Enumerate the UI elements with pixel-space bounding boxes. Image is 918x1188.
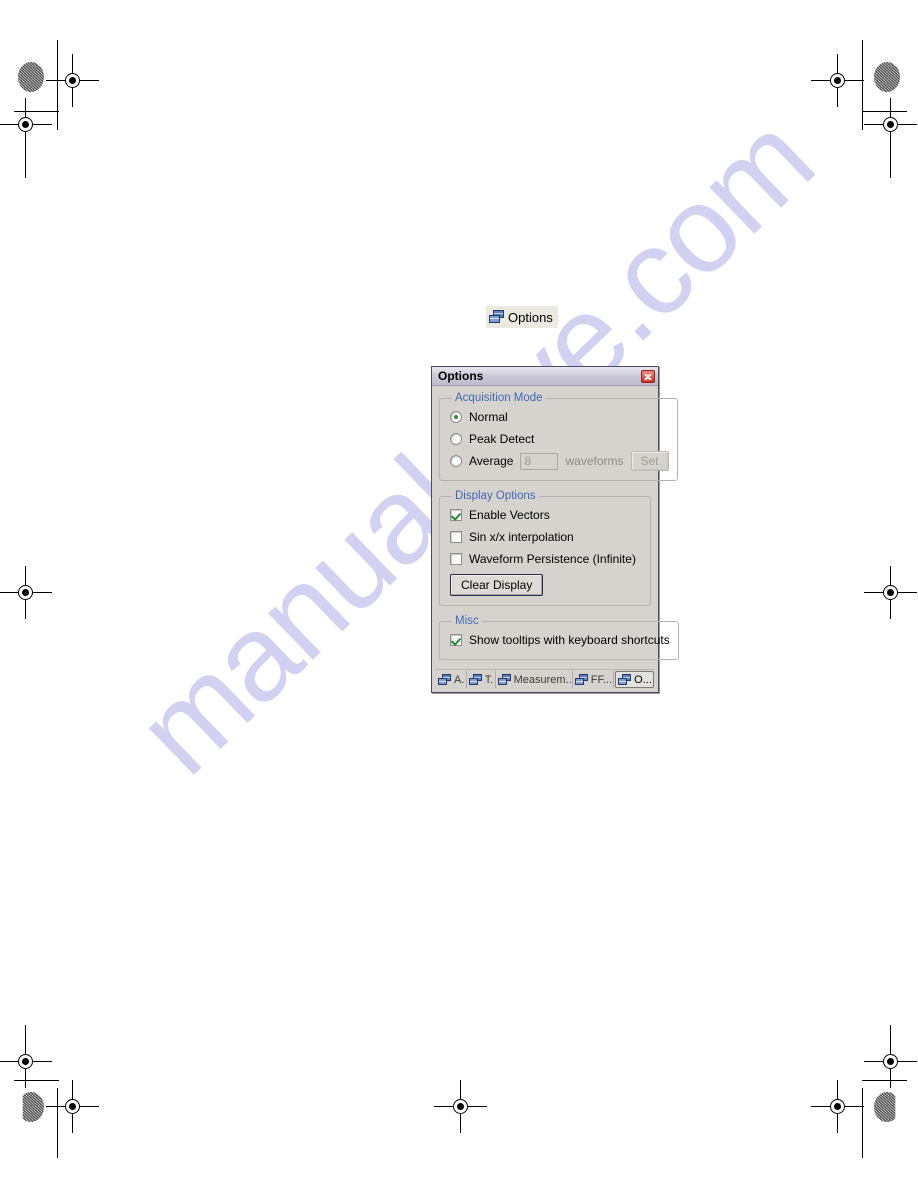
taskbar-item-options-label: O...: [634, 673, 652, 686]
density-blob-bottom-left: [22, 1092, 44, 1122]
taskbar-item-a[interactable]: A.: [436, 671, 467, 688]
checkbox-row-show-tooltips[interactable]: Show tooltips with keyboard shortcuts: [450, 629, 670, 651]
taskbar-item-measurements[interactable]: Measurem..: [496, 671, 573, 688]
taskbar-item-fft-label: FF...: [590, 673, 613, 686]
radio-average[interactable]: [450, 455, 462, 467]
clear-display-button[interactable]: Clear Display: [450, 574, 544, 596]
radio-peak-detect-label: Peak Detect: [469, 432, 535, 446]
checkbox-enable-vectors[interactable]: [450, 509, 462, 521]
radio-peak-detect[interactable]: [450, 433, 462, 445]
taskbar-item-a-label: A.: [454, 673, 465, 686]
dialog-body: Acquisition Mode Normal Peak Detect Aver…: [432, 386, 679, 660]
taskbar-item-t-label: T.: [484, 673, 494, 686]
display-options-group: Display Options Enable Vectors Sin x/x i…: [439, 490, 651, 606]
acquisition-mode-group: Acquisition Mode Normal Peak Detect Aver…: [439, 392, 678, 481]
cascade-windows-icon: [489, 310, 505, 324]
cascade-windows-icon: [468, 673, 483, 686]
cascade-windows-icon: [618, 673, 632, 686]
checkbox-row-enable-vectors[interactable]: Enable Vectors: [450, 504, 642, 526]
registration-target-left-upper: [0, 98, 52, 151]
average-units-label: waveforms: [565, 454, 624, 468]
crop-line-bottom-right-vertical: [862, 1088, 863, 1158]
checkbox-show-tooltips[interactable]: [450, 634, 462, 646]
checkbox-sin-interpolation[interactable]: [450, 531, 462, 543]
crop-line-right-lower-horizontal: [862, 1080, 907, 1081]
options-button-label: Options: [508, 309, 553, 325]
crop-line-right-upper-horizontal: [862, 111, 907, 112]
options-dialog: Options Acquisition Mode Normal Peak Det…: [431, 366, 679, 693]
acquisition-mode-legend: Acquisition Mode: [455, 392, 543, 404]
radio-normal[interactable]: [450, 411, 462, 423]
cascade-windows-icon: [574, 673, 589, 686]
radio-row-average[interactable]: Average waveforms Set: [450, 450, 669, 472]
registration-target-right-middle: [864, 566, 917, 619]
registration-target-bottom-left: [46, 1080, 99, 1133]
dialog-title: Options: [438, 369, 484, 383]
cascade-windows-icon: [438, 673, 452, 686]
taskbar-item-measurements-label: Measurem..: [513, 673, 572, 686]
registration-target-right-upper: [864, 98, 917, 151]
crop-line-bottom-left-vertical: [57, 1088, 58, 1158]
registration-target-left-middle: [0, 566, 52, 619]
density-blob-top-right: [874, 62, 900, 92]
crop-line-top-right-vertical: [862, 40, 863, 130]
clear-display-row: Clear Display: [450, 573, 642, 597]
radio-row-peak-detect[interactable]: Peak Detect: [450, 428, 669, 450]
crop-line-top-left-vertical: [57, 40, 58, 130]
dialog-taskbar: A. T. Measurem.. FF... O...: [435, 669, 655, 689]
misc-group: Misc Show tooltips with keyboard shortcu…: [439, 615, 679, 660]
cascade-windows-icon: [497, 673, 512, 686]
registration-target-bottom-right: [811, 1080, 864, 1133]
density-blob-top-left: [18, 62, 44, 92]
radio-average-label: Average: [469, 454, 514, 468]
misc-legend: Misc: [455, 615, 479, 627]
options-toolbar-button[interactable]: Options: [486, 306, 558, 328]
registration-target-top-left: [46, 54, 99, 107]
taskbar-item-fft[interactable]: FF...: [573, 671, 615, 688]
checkbox-waveform-persistence[interactable]: [450, 553, 462, 565]
crop-line-left-lower-horizontal: [14, 1080, 59, 1081]
taskbar-item-options[interactable]: O...: [615, 671, 654, 688]
registration-target-bottom-center: [434, 1080, 487, 1133]
density-blob-bottom-right: [874, 1092, 896, 1122]
dialog-title-bar[interactable]: Options: [432, 367, 658, 386]
crop-line-left-upper-horizontal: [14, 111, 59, 112]
checkbox-row-waveform-persistence[interactable]: Waveform Persistence (Infinite): [450, 548, 642, 570]
checkbox-show-tooltips-label: Show tooltips with keyboard shortcuts: [469, 633, 670, 647]
average-set-button[interactable]: Set: [630, 451, 669, 471]
radio-row-normal[interactable]: Normal: [450, 406, 669, 428]
taskbar-item-t[interactable]: T.: [467, 671, 496, 688]
registration-target-top-right: [811, 54, 864, 107]
checkbox-sin-interpolation-label: Sin x/x interpolation: [469, 530, 574, 544]
registration-target-left-lower: [0, 1035, 52, 1088]
radio-normal-label: Normal: [469, 410, 508, 424]
close-icon[interactable]: [641, 369, 655, 383]
checkbox-row-sin-interpolation[interactable]: Sin x/x interpolation: [450, 526, 642, 548]
checkbox-enable-vectors-label: Enable Vectors: [469, 508, 550, 522]
average-count-input[interactable]: [520, 452, 559, 470]
display-options-legend: Display Options: [455, 490, 536, 502]
registration-target-right-lower: [864, 1035, 917, 1088]
checkbox-waveform-persistence-label: Waveform Persistence (Infinite): [469, 552, 636, 566]
